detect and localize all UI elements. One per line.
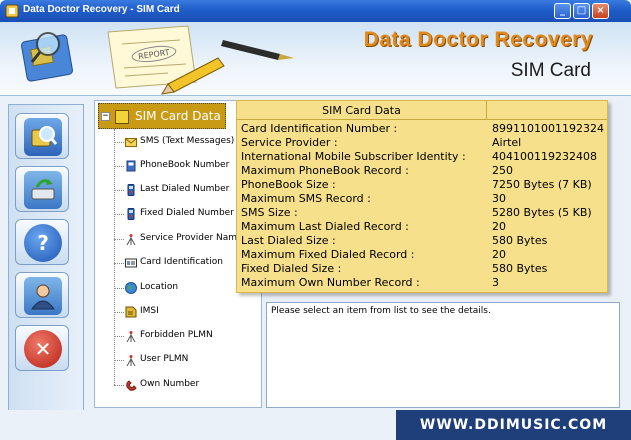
save-button[interactable] bbox=[15, 166, 69, 212]
table-row: PhoneBook Size : 7250 Bytes (7 KB) bbox=[237, 178, 607, 192]
maximize-button[interactable]: □ bbox=[573, 3, 590, 19]
table-header: SIM Card Data bbox=[237, 101, 487, 120]
footer-bar bbox=[0, 410, 396, 440]
globe-icon bbox=[125, 282, 137, 294]
tree-item-label: Forbidden PLMN bbox=[140, 330, 213, 340]
row-value: 20 bbox=[492, 248, 506, 261]
row-key: Maximum Fixed Dialed Record : bbox=[241, 248, 415, 261]
website-banner: WWW.DDIMUSIC.COM bbox=[396, 410, 631, 440]
phone-icon bbox=[126, 380, 137, 391]
close-icon: ✕ bbox=[24, 330, 62, 368]
row-key: Maximum PhoneBook Record : bbox=[241, 164, 409, 177]
tree-root-sim-card-data[interactable]: − SIM Card Data bbox=[98, 103, 226, 129]
brand-title: Data Doctor Recovery bbox=[363, 28, 593, 51]
row-key: Service Provider : bbox=[241, 136, 338, 149]
save-icon bbox=[24, 171, 62, 209]
row-key: Maximum Own Number Record : bbox=[241, 276, 420, 289]
header-banner: REPORT Data Doctor Recovery SIM Card bbox=[0, 22, 631, 96]
table-row: Maximum PhoneBook Record : 250 bbox=[237, 164, 607, 178]
help-icon: ? bbox=[24, 224, 62, 262]
row-key: Last Dialed Size : bbox=[241, 234, 336, 247]
table-row: Maximum Last Dialed Record : 20 bbox=[237, 220, 607, 234]
sim-icon bbox=[125, 306, 137, 318]
row-value: 8991101001192324. bbox=[492, 122, 604, 135]
table-row: Service Provider : Airtel bbox=[237, 136, 607, 150]
search-sim-icon bbox=[24, 118, 62, 156]
tree-item-own-number[interactable]: Own Number bbox=[114, 377, 259, 395]
row-value: 30 bbox=[492, 192, 506, 205]
table-row: Last Dialed Size : 580 Bytes bbox=[237, 234, 607, 248]
tree-item-imsi[interactable]: IMSI bbox=[114, 304, 259, 322]
table-row: Maximum SMS Record : 30 bbox=[237, 192, 607, 206]
close-window-button[interactable]: × bbox=[592, 3, 609, 19]
table-row: Fixed Dialed Size : 580 Bytes bbox=[237, 262, 607, 276]
table-row: SMS Size : 5280 Bytes (5 KB) bbox=[237, 206, 607, 220]
row-value: 3 bbox=[492, 276, 499, 289]
collapse-icon[interactable]: − bbox=[101, 112, 110, 121]
search-sim-button[interactable] bbox=[15, 113, 69, 159]
tree-item-label: IMSI bbox=[140, 306, 159, 316]
tree-item-label: Own Number bbox=[140, 379, 200, 389]
row-key: International Mobile Subscriber Identity… bbox=[241, 150, 466, 163]
help-button[interactable]: ? bbox=[15, 219, 69, 265]
row-value: 5280 Bytes (5 KB) bbox=[492, 206, 592, 219]
table-row: Card Identification Number : 899110100119… bbox=[237, 122, 607, 136]
table-row: International Mobile Subscriber Identity… bbox=[237, 150, 607, 164]
row-value: 7250 Bytes (7 KB) bbox=[492, 178, 592, 191]
row-key: Maximum SMS Record : bbox=[241, 192, 371, 205]
row-key: PhoneBook Size : bbox=[241, 178, 336, 191]
exit-button[interactable]: ✕ bbox=[15, 325, 69, 371]
row-value: 404100119232408 bbox=[492, 150, 597, 163]
app-icon bbox=[5, 4, 19, 18]
banner-artwork: REPORT bbox=[21, 25, 294, 95]
tree-root-label: SIM Card Data bbox=[135, 109, 221, 123]
row-value: 580 Bytes bbox=[492, 234, 548, 247]
details-panel[interactable]: Please select an item from list to see t… bbox=[266, 302, 620, 408]
antenna-icon bbox=[126, 234, 136, 245]
window-title: Data Doctor Recovery - SIM Card bbox=[23, 4, 180, 15]
envelope-icon bbox=[125, 138, 137, 147]
phonebook-icon bbox=[126, 160, 136, 172]
tree-item-forbidden-plmn[interactable]: Forbidden PLMN bbox=[114, 328, 259, 346]
minimize-button[interactable]: _ bbox=[554, 3, 571, 19]
phone-icon bbox=[127, 184, 135, 196]
sim-card-data-table: SIM Card Data Card Identification Number… bbox=[236, 100, 608, 293]
row-value: Airtel bbox=[492, 136, 522, 149]
row-value: 20 bbox=[492, 220, 506, 233]
pen-graphic bbox=[221, 40, 294, 60]
id-card-icon bbox=[125, 258, 137, 268]
row-value: 580 Bytes bbox=[492, 262, 548, 275]
row-key: Card Identification Number : bbox=[241, 122, 398, 135]
title-bar: Data Doctor Recovery - SIM Card _ □ × bbox=[0, 0, 631, 22]
about-button[interactable] bbox=[15, 272, 69, 318]
product-title: SIM Card bbox=[510, 60, 591, 81]
details-message: Please select an item from list to see t… bbox=[271, 306, 491, 316]
tree-item-label: User PLMN bbox=[140, 354, 189, 364]
row-key: SMS Size : bbox=[241, 206, 298, 219]
row-value: 250 bbox=[492, 164, 513, 177]
antenna-icon bbox=[126, 331, 136, 342]
antenna-icon bbox=[126, 355, 136, 366]
table-row: Maximum Fixed Dialed Record : 20 bbox=[237, 248, 607, 262]
table-row: Maximum Own Number Record : 3 bbox=[237, 276, 607, 290]
row-key: Fixed Dialed Size : bbox=[241, 262, 342, 275]
row-key: Maximum Last Dialed Record : bbox=[241, 220, 409, 233]
user-icon bbox=[24, 277, 62, 315]
tree-item-user-plmn[interactable]: User PLMN bbox=[114, 352, 259, 370]
phone-icon bbox=[127, 208, 135, 220]
table-header-blank bbox=[487, 101, 607, 120]
sim-card-icon bbox=[115, 110, 129, 124]
